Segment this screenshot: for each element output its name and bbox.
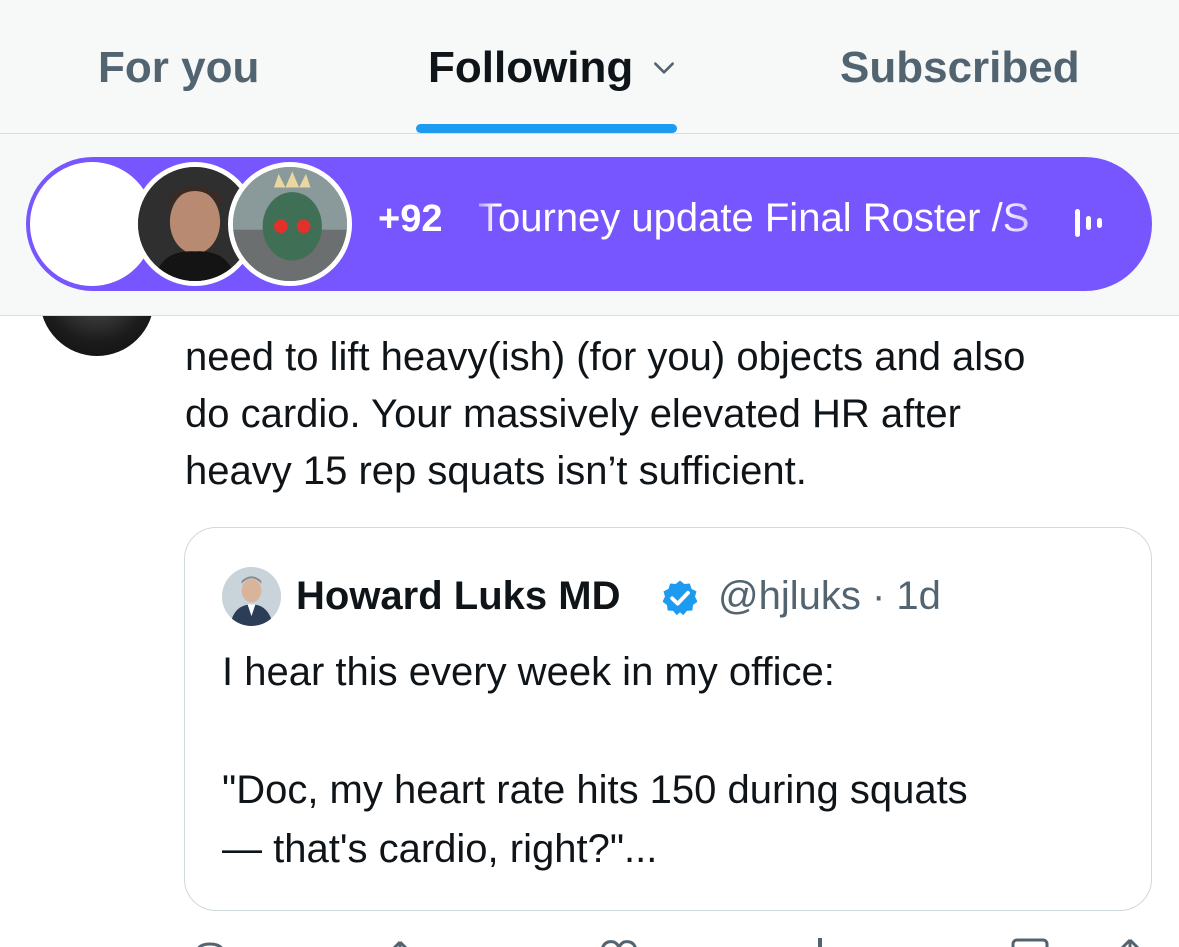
timeline-screen: For you Following Subscribed +92 Tourney… [0,0,1179,947]
quoted-handle[interactable]: @hjluks [718,574,861,618]
space-title: Tourney update Final Roster /S [478,196,1030,240]
avatar [40,316,154,356]
timeline-tabs: For you Following Subscribed [0,0,1179,134]
quoted-timestamp[interactable]: · 1d [872,574,941,618]
like-icon[interactable] [598,938,640,947]
reply-icon[interactable] [190,938,230,947]
quoted-author-avatar[interactable] [222,567,281,626]
quoted-text-line: — that's cardio, right?"... [222,827,658,871]
chevron-down-icon[interactable] [651,55,677,81]
tab-subscribed-label: Subscribed [840,43,1080,92]
bookmark-icon[interactable] [1010,938,1050,947]
repost-icon[interactable] [392,938,436,947]
space-speaker-avatar [228,162,352,286]
verified-badge-icon [662,580,698,616]
tab-for-you-label: For you [98,43,260,92]
space-listener-count: +92 [378,198,443,240]
avatar [222,567,281,626]
tab-for-you[interactable]: For you [98,38,259,98]
views-icon[interactable] [806,938,836,947]
skull-photo [233,167,347,281]
share-icon[interactable] [1110,938,1150,947]
tweet-text-line: heavy 15 rep squats isn’t sufficient. [185,449,807,493]
tweet-text: need to lift heavy(ish) (for you) object… [185,329,1155,500]
tweet-text-line: need to lift heavy(ish) (for you) object… [185,335,1026,379]
quoted-author-name[interactable]: Howard Luks MD [296,574,620,619]
active-tab-indicator [416,124,677,133]
tab-following[interactable]: Following [428,38,677,98]
tweet-author-avatar[interactable] [40,316,154,356]
quoted-text-line: I hear this every week in my office: [222,650,835,694]
tab-following-label: Following [428,43,634,92]
tab-subscribed[interactable]: Subscribed [840,38,1080,98]
quoted-author-handle: @hjluks · 1d [718,574,941,619]
audio-bars-icon [1075,209,1102,237]
tweet-text-line: do cardio. Your massively elevated HR af… [185,392,961,436]
quoted-text-line: "Doc, my heart rate hits 150 during squa… [222,768,968,812]
quoted-tweet-text: I hear this every week in my office: "Do… [222,643,1122,879]
tweet-action-bar [0,930,1179,947]
